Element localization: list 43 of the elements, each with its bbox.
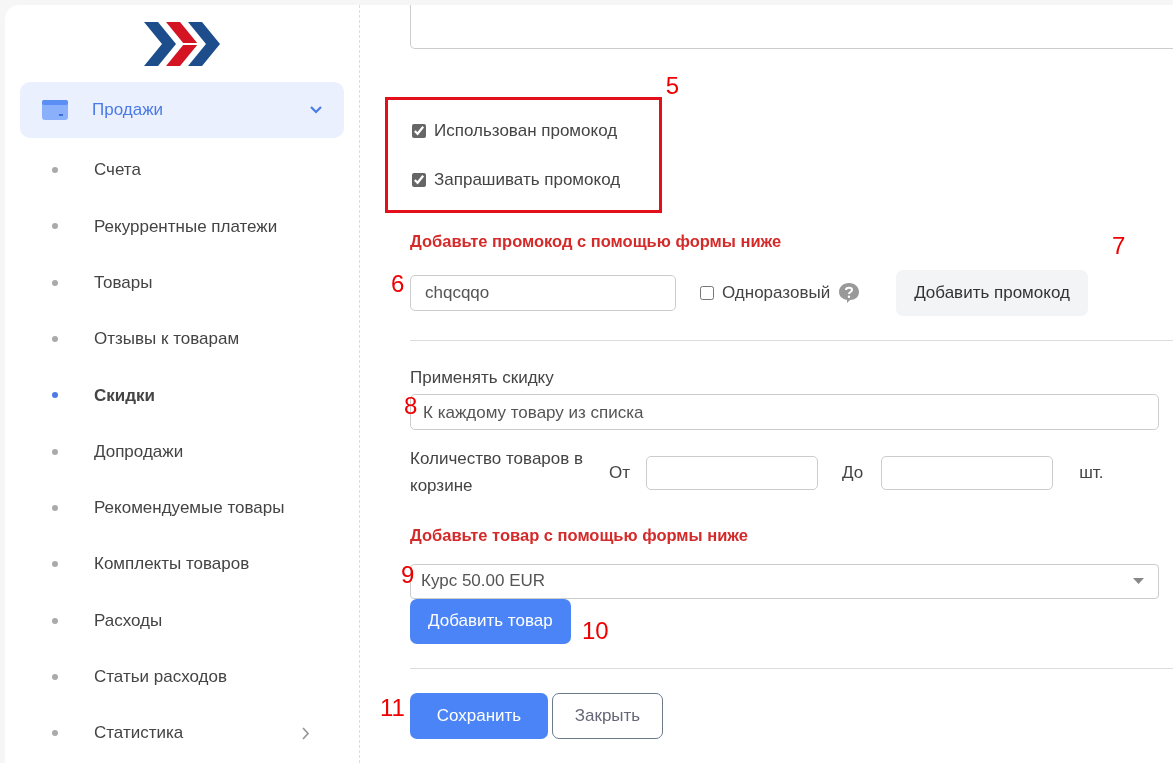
logo-icon	[144, 22, 220, 66]
sidebar-item[interactable]: Товары	[20, 254, 344, 311]
sidebar-item[interactable]: Статистика	[20, 704, 344, 762]
hint-text: Добавьте товар с помощью формы ниже	[410, 524, 748, 546]
sidebar-item[interactable]: Скидки	[20, 367, 344, 424]
checkbox-label: Использован промокод	[434, 119, 618, 142]
text-field[interactable]	[410, 5, 1173, 49]
field-label: До	[842, 461, 864, 484]
annotation-number: 5	[665, 74, 679, 98]
sidebar-item[interactable]: Отзывы к товарам	[20, 310, 344, 368]
promo-code-field[interactable]: chqcqqo	[410, 274, 676, 311]
add-product-button[interactable]: Добавить товар	[410, 598, 571, 644]
checkbox[interactable]	[700, 285, 714, 300]
card-icon	[42, 100, 68, 120]
sidebar-item[interactable]: Статьи расходов	[20, 648, 344, 705]
add-promo-button[interactable]: Добавить промокод	[896, 269, 1088, 316]
field-label: Количество товаров в корзине	[410, 448, 585, 497]
field-label: Применять скидку	[410, 366, 555, 389]
sidebar-item[interactable]: Рекуррентные платежи	[20, 198, 344, 255]
checkbox[interactable]	[412, 172, 426, 187]
from-field[interactable]	[646, 455, 818, 490]
annotation-number: 10	[582, 618, 609, 643]
checkbox[interactable]	[412, 123, 426, 138]
checkbox-label: Запрашивать промокод	[434, 168, 621, 191]
sidebar-item[interactable]: Комплекты товаров	[20, 536, 344, 593]
annotation-number: 6	[391, 271, 405, 296]
hint-text: Добавьте промокод с помощью формы ниже	[410, 231, 782, 252]
to-field[interactable]	[881, 455, 1054, 490]
sidebar-item[interactable]: Счета	[20, 142, 344, 199]
sidebar-item[interactable]: Допродажи	[20, 423, 344, 480]
checkbox-label: Одноразовый	[722, 282, 831, 304]
chevron-icon	[310, 106, 322, 114]
help-icon[interactable]	[838, 281, 861, 304]
sidebar-item[interactable]: Рекомендуемые товары	[20, 479, 344, 537]
close-button[interactable]: Закрыть	[552, 692, 663, 739]
annotation-number: 11	[380, 695, 405, 720]
caret-icon	[1133, 578, 1144, 585]
save-button[interactable]: Сохранить	[410, 692, 548, 739]
sidebar-group-item[interactable]: Продажи	[20, 82, 344, 138]
unit-label: шт.	[1079, 461, 1104, 484]
sidebar-item[interactable]: Расходы	[20, 592, 344, 649]
annotation-number: 7	[1112, 233, 1126, 258]
field-label: От	[609, 461, 630, 484]
